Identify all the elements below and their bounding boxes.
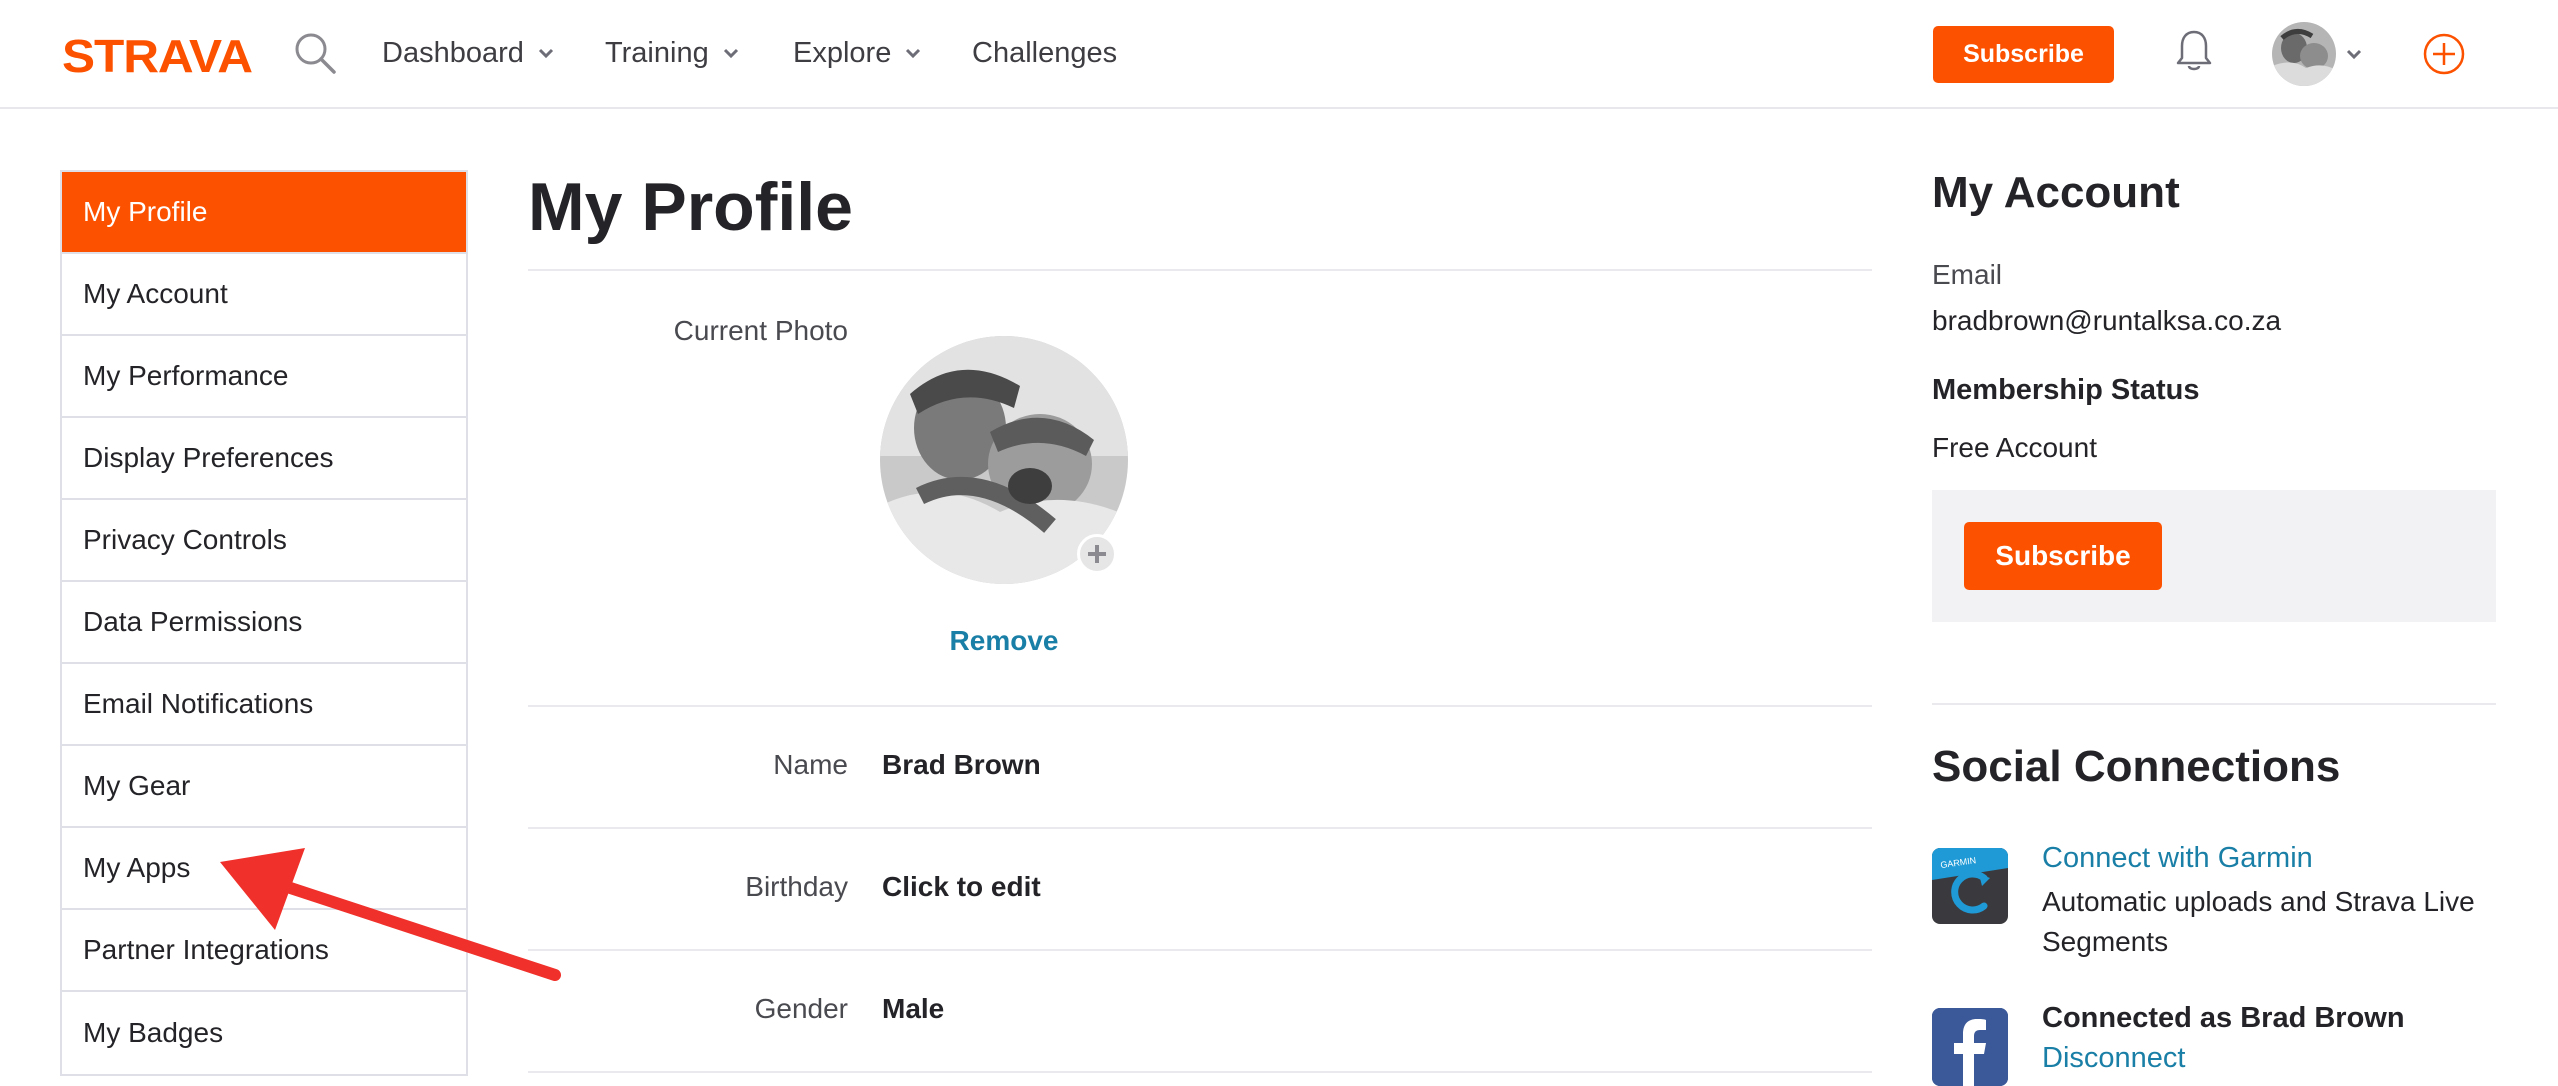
nav-explore-label: Explore <box>793 36 892 69</box>
divider <box>528 705 1872 707</box>
plus-icon <box>1088 545 1106 563</box>
add-photo-button[interactable] <box>1077 534 1117 574</box>
sidebar-item-display-preferences[interactable]: Display Preferences <box>62 418 466 500</box>
chevron-down-icon <box>538 48 553 59</box>
divider <box>528 949 1872 951</box>
sidebar-item-partner-integrations[interactable]: Partner Integrations <box>62 910 466 992</box>
user-avatar[interactable] <box>2272 22 2336 86</box>
email-value: bradbrown@runtalksa.co.za <box>1932 305 2282 336</box>
divider <box>528 827 1872 829</box>
bell-icon[interactable] <box>2174 28 2214 74</box>
settings-sidebar: My Profile My Account My Performance Dis… <box>60 170 468 1076</box>
nav-explore[interactable]: Explore <box>793 30 923 76</box>
nav-challenges-label: Challenges <box>972 36 1118 69</box>
name-label: Name <box>773 749 848 780</box>
membership-status-value: Free Account <box>1932 432 2097 463</box>
garmin-description: Automatic uploads and Strava Live Segmen… <box>2042 886 2475 957</box>
chevron-down-icon[interactable] <box>2344 44 2364 64</box>
chevron-down-icon <box>906 48 921 59</box>
plus-circle-icon[interactable] <box>2422 32 2466 76</box>
facebook-icon <box>1932 1008 2008 1086</box>
birthday-label: Birthday <box>745 871 848 902</box>
top-navigation-bar: STRAVA Dashboard Training Explore Challe… <box>0 0 2558 109</box>
facebook-connected-status: Connected as Brad Brown <box>2042 1002 2405 1034</box>
garmin-connect-icon: GARMIN <box>1932 848 2008 924</box>
sidebar-item-data-permissions[interactable]: Data Permissions <box>62 582 466 664</box>
sidebar-item-my-profile[interactable]: My Profile <box>62 172 466 254</box>
divider <box>528 1071 1872 1073</box>
nav-dashboard-label: Dashboard <box>382 36 524 69</box>
strava-logo[interactable]: STRAVA <box>62 30 252 80</box>
connect-garmin-link[interactable]: Connect with Garmin <box>2042 842 2313 875</box>
nav-training[interactable]: Training <box>605 30 741 76</box>
membership-status-label: Membership Status <box>1932 374 2200 406</box>
chevron-down-icon <box>723 48 738 59</box>
page-title: My Profile <box>528 169 853 245</box>
sidebar-item-my-badges[interactable]: My Badges <box>62 992 466 1074</box>
gender-label: Gender <box>754 993 848 1024</box>
nav-training-label: Training <box>605 36 709 69</box>
gender-value[interactable]: Male <box>882 993 944 1025</box>
subscribe-button[interactable]: Subscribe <box>1964 522 2162 590</box>
email-label: Email <box>1932 259 2003 290</box>
divider <box>528 269 1872 271</box>
sidebar-item-email-notifications[interactable]: Email Notifications <box>62 664 466 746</box>
disconnect-facebook-link[interactable]: Disconnect <box>2042 1042 2185 1075</box>
my-account-heading: My Account <box>1932 168 2180 217</box>
sidebar-item-my-performance[interactable]: My Performance <box>62 336 466 418</box>
nav-dashboard[interactable]: Dashboard <box>382 30 556 76</box>
sidebar-item-privacy-controls[interactable]: Privacy Controls <box>62 500 466 582</box>
social-connections-heading: Social Connections <box>1932 742 2341 791</box>
remove-photo-link[interactable]: Remove <box>880 625 1128 657</box>
sidebar-item-my-gear[interactable]: My Gear <box>62 746 466 828</box>
nav-challenges[interactable]: Challenges <box>972 30 1117 76</box>
name-value[interactable]: Brad Brown <box>882 749 1041 781</box>
current-photo-label: Current Photo <box>673 315 848 346</box>
logo-text: STRAVA <box>62 30 252 80</box>
subscribe-button-header[interactable]: Subscribe <box>1933 26 2114 83</box>
sidebar-item-my-account[interactable]: My Account <box>62 254 466 336</box>
divider <box>1932 703 2496 705</box>
birthday-value[interactable]: Click to edit <box>882 871 1041 903</box>
search-icon[interactable] <box>292 30 338 76</box>
sidebar-item-my-apps[interactable]: My Apps <box>62 828 466 910</box>
